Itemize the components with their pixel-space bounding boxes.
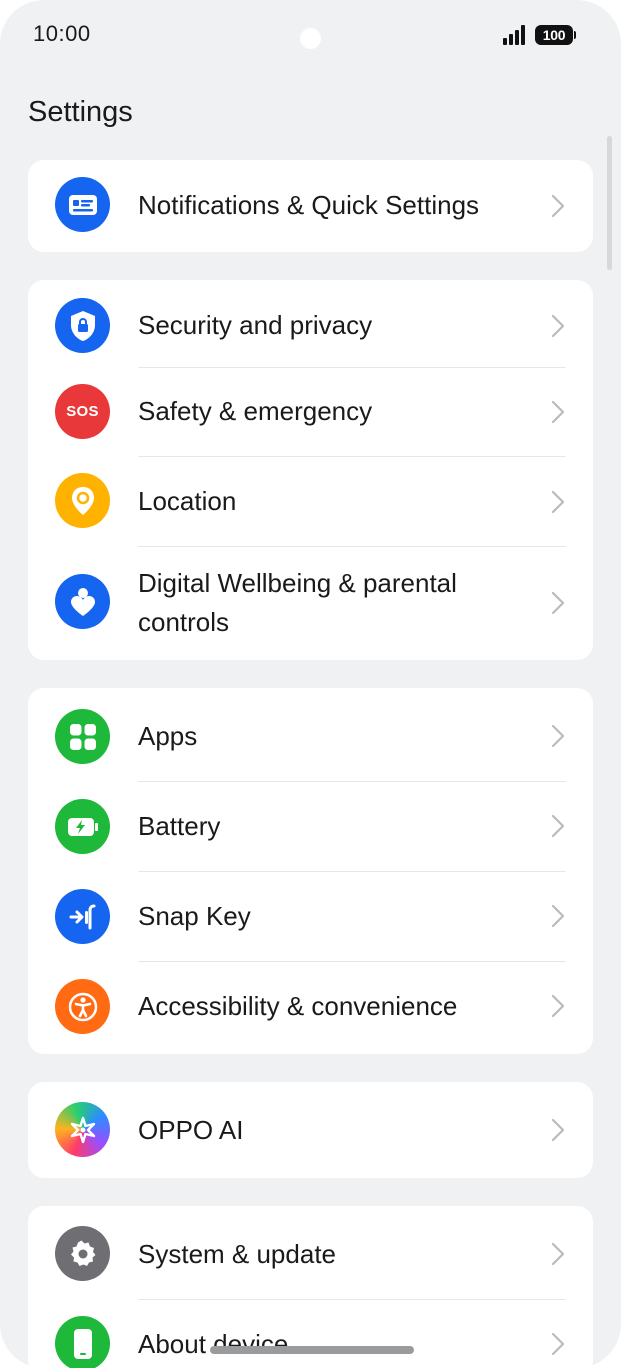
settings-item-snap-key[interactable]: Snap Key [28,872,593,961]
item-label-line2: controls [138,607,230,637]
item-label: Apps [138,721,198,751]
gear-icon [55,1226,110,1281]
phone-device-icon [55,1316,110,1368]
item-label: System & update [138,1239,336,1269]
location-pin-icon [55,473,110,528]
notification-icon [55,177,110,232]
settings-group-oppo-ai: OPPO AI [28,1082,593,1178]
chevron-right-icon [551,904,565,928]
settings-item-safety-emergency[interactable]: SOS Safety & emergency [28,368,593,456]
settings-group-notifications: Notifications & Quick Settings [28,160,593,252]
chevron-right-icon [551,814,565,838]
front-camera [300,28,321,49]
settings-item-system-update[interactable]: System & update [28,1206,593,1299]
settings-group-apps: Apps Battery Snap Key Accessibility & co… [28,688,593,1054]
chevron-right-icon [551,314,565,338]
chevron-right-icon [551,400,565,424]
settings-item-about-device[interactable]: About device [28,1300,593,1368]
item-label: Notifications & Quick Settings [138,190,480,220]
signal-icon [503,25,527,45]
sos-icon-text: SOS [66,403,99,420]
item-label: OPPO AI [138,1115,244,1145]
item-label: Battery [138,811,221,841]
settings-item-location[interactable]: Location [28,457,593,546]
chevron-right-icon [551,591,565,615]
page-title: Settings [28,96,133,128]
battery-status-icon: 100 [535,25,576,45]
item-label-line1: Digital Wellbeing & parental [138,568,457,598]
settings-screen: 10:00 100 Settings Notifications & Quick… [0,0,621,1368]
chevron-right-icon [551,1242,565,1266]
oppo-ai-icon [55,1102,110,1157]
status-time: 10:00 [33,21,91,46]
settings-item-notifications[interactable]: Notifications & Quick Settings [28,160,593,252]
home-indicator[interactable] [210,1346,414,1354]
item-label: Security and privacy [138,310,373,340]
chevron-right-icon [551,1118,565,1142]
wellbeing-icon [55,574,110,629]
apps-grid-icon [55,709,110,764]
chevron-right-icon [551,194,565,218]
item-label: Snap Key [138,901,251,931]
chevron-right-icon [551,994,565,1018]
settings-item-apps[interactable]: Apps [28,688,593,781]
settings-item-battery[interactable]: Battery [28,782,593,871]
settings-item-accessibility[interactable]: Accessibility & convenience [28,962,593,1054]
status-bar: 10:00 100 [0,0,621,70]
battery-level: 100 [542,27,566,43]
settings-group-system: System & update About device [28,1206,593,1368]
settings-item-oppo-ai[interactable]: OPPO AI [28,1082,593,1178]
chevron-right-icon [551,490,565,514]
snap-key-icon [55,889,110,944]
settings-item-security[interactable]: Security and privacy [28,280,593,367]
chevron-right-icon [551,1332,565,1356]
accessibility-icon [55,979,110,1034]
settings-item-digital-wellbeing[interactable]: Digital Wellbeing & parental controls [28,547,593,660]
item-label: Accessibility & convenience [138,991,458,1021]
scrollbar[interactable] [607,136,612,270]
chevron-right-icon [551,724,565,748]
battery-icon [55,799,110,854]
settings-group-security: Security and privacy SOS Safety & emerge… [28,280,593,660]
sos-icon: SOS [55,384,110,439]
item-label: About device [138,1329,289,1359]
shield-lock-icon [55,298,110,353]
item-label: Location [138,486,237,516]
item-label: Safety & emergency [138,396,373,426]
